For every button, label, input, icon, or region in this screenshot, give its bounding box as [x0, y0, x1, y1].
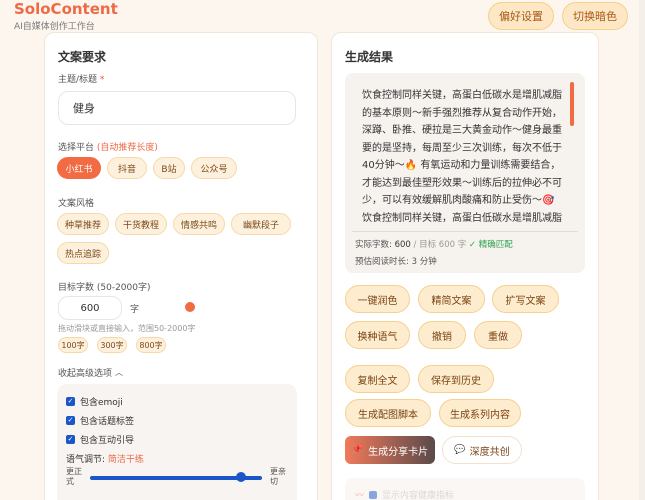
platform-chip-xiaohongshu[interactable]: 小红书 — [57, 157, 101, 179]
required-mark: * — [99, 75, 105, 85]
copy-all-button[interactable]: 复制全文 — [345, 365, 410, 393]
target-label: / 目标 600 字 — [413, 240, 467, 250]
style-label: 文案风格 — [58, 199, 95, 209]
style-chip-recommend[interactable]: 种草推荐 — [57, 213, 109, 235]
read-label: 预估阅读时长: — [355, 257, 409, 267]
toggle-dark-button[interactable]: 切换暗色 — [562, 2, 628, 30]
redo-button[interactable]: 重做 — [474, 321, 522, 349]
tone-formal-label: 更正式 — [66, 467, 82, 486]
platform-label: 选择平台 (自动推荐长度) — [58, 140, 158, 153]
topic-input[interactable]: 健身 — [58, 91, 296, 125]
option-emoji-label: 包含emoji — [80, 398, 123, 408]
polish-button[interactable]: 一键润色 — [345, 285, 410, 313]
word-count-value: 600 — [80, 302, 100, 314]
style-chip-tutorial[interactable]: 干货教程 — [115, 213, 167, 235]
tone-label: 语气调节: 简洁干练 — [66, 452, 144, 465]
tone-label-text: 语气调节: — [66, 455, 106, 465]
tone-friendly-label: 更亲切 — [270, 467, 286, 486]
page-scrollbar[interactable] — [639, 0, 645, 500]
expand-button[interactable]: 扩写文案 — [492, 285, 559, 313]
word-slider-handle[interactable] — [185, 302, 195, 312]
actual-value: 600 — [394, 240, 411, 250]
preset-100[interactable]: 100字 — [58, 337, 88, 353]
checkbox-icon[interactable] — [369, 490, 378, 499]
preset-300[interactable]: 300字 — [97, 337, 127, 353]
series-content-button[interactable]: 生成系列内容 — [439, 399, 521, 427]
image-script-button[interactable]: 生成配图脚本 — [345, 399, 431, 427]
platform-label-text: 选择平台 — [58, 143, 95, 153]
share-card-button[interactable]: 📌 生成分享卡片 — [345, 436, 435, 464]
option-cta-label: 包含互动引导 — [80, 436, 135, 446]
pin-icon: 📌 — [351, 445, 364, 455]
share-card-label: 生成分享卡片 — [368, 446, 429, 458]
topic-input-value: 健身 — [73, 102, 95, 115]
platform-chip-wechat[interactable]: 公众号 — [191, 157, 237, 179]
option-cta[interactable]: ✓ 包含互动引导 — [66, 433, 134, 446]
topic-label: 主题/标题 * — [58, 72, 104, 85]
brand-logo: SoloContent — [14, 0, 118, 18]
match-badge: ✓ 精确匹配 — [468, 240, 513, 250]
co-create-button[interactable]: 💬 深度共创 — [442, 436, 522, 464]
style-chip-emotional[interactable]: 情感共鸣 — [173, 213, 225, 235]
preferences-button[interactable]: 偏好设置 — [488, 2, 554, 30]
option-emoji[interactable]: ✓ 包含emoji — [66, 395, 123, 408]
word-count-input[interactable]: 600 — [58, 296, 122, 320]
read-value: 3 分钟 — [411, 257, 437, 267]
actual-label: 实际字数: — [355, 240, 392, 250]
advanced-toggle-text: 收起高级选项 — [58, 369, 113, 379]
health-metrics-toggle[interactable]: 〰 显示内容健康指标 — [355, 488, 454, 500]
advanced-toggle[interactable]: 收起高级选项 ︿ — [58, 366, 123, 379]
pulse-icon: 〰 — [355, 491, 365, 500]
word-unit: 字 — [130, 305, 140, 315]
result-title: 生成结果 — [345, 50, 394, 64]
checkbox-checked-icon[interactable]: ✓ — [66, 416, 75, 425]
topic-label-text: 主题/标题 — [58, 75, 98, 85]
requirements-title: 文案要求 — [58, 50, 107, 64]
condense-button[interactable]: 精简文案 — [418, 285, 485, 313]
result-text[interactable]: 饮食控制同样关键，高蛋白低碳水是增肌减脂的基本原则～新手强烈推荐从复合动作开始，… — [362, 87, 566, 227]
word-count-hint: 拖动滑块或直接输入，范围50-2000字 — [58, 324, 196, 333]
style-chip-trending[interactable]: 热点追踪 — [57, 242, 109, 264]
style-chip-humor[interactable]: 幽默段子 — [231, 213, 291, 235]
option-tags[interactable]: ✓ 包含话题标签 — [66, 414, 134, 427]
actual-word-count: 实际字数: 600 / 目标 600 字 ✓ 精确匹配 — [355, 238, 513, 250]
platform-chip-bilibili[interactable]: B站 — [153, 157, 185, 179]
result-scrollbar[interactable] — [570, 82, 574, 126]
read-time: 预估阅读时长: 3 分钟 — [355, 255, 437, 267]
platform-chip-douyin[interactable]: 抖音 — [107, 157, 147, 179]
undo-button[interactable]: 撤销 — [418, 321, 466, 349]
checkbox-checked-icon[interactable]: ✓ — [66, 397, 75, 406]
health-metrics-label: 显示内容健康指标 — [382, 491, 455, 500]
word-count-label: 目标字数 (50-2000字) — [58, 283, 151, 293]
co-create-label: 深度共创 — [469, 446, 510, 458]
top-bar: SoloContent AI自媒体创作工作台 偏好设置 切换暗色 — [0, 0, 645, 34]
preset-800[interactable]: 800字 — [136, 337, 166, 353]
tone-value: 简洁干练 — [107, 455, 144, 465]
change-tone-button[interactable]: 换种语气 — [345, 321, 410, 349]
option-tags-label: 包含话题标签 — [80, 417, 135, 427]
platform-hint: (自动推荐长度) — [96, 143, 158, 153]
checkbox-checked-icon[interactable]: ✓ — [66, 435, 75, 444]
result-divider — [352, 231, 578, 232]
chat-bubble-icon: 💬 — [454, 445, 466, 455]
chevron-up-icon: ︿ — [115, 368, 124, 377]
save-history-button[interactable]: 保存到历史 — [418, 365, 494, 393]
brand-subtitle: AI自媒体创作工作台 — [14, 22, 95, 32]
